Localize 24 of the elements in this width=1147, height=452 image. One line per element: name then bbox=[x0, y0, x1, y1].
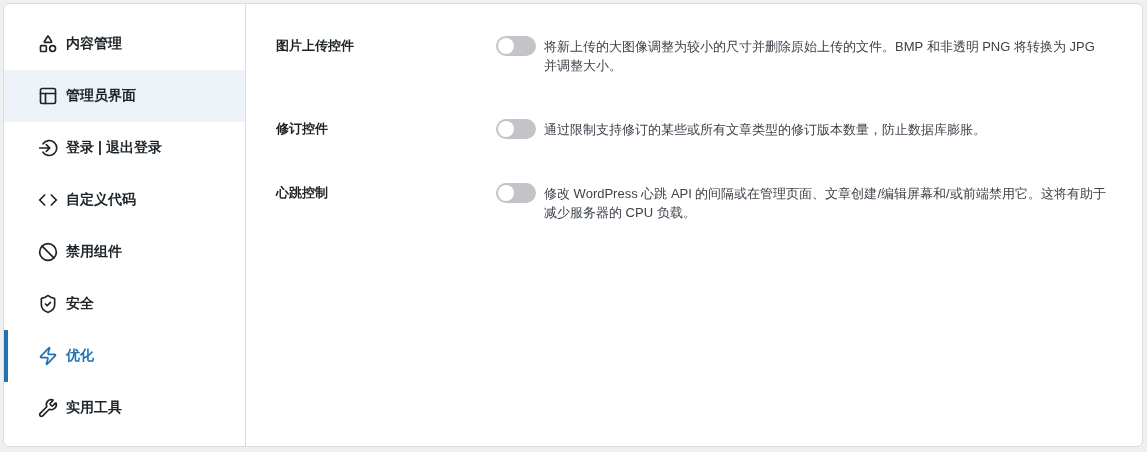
setting-description: 通过限制支持修订的某些或所有文章类型的修订版本数量，防止数据库膨胀。 bbox=[544, 121, 987, 139]
wrench-icon bbox=[38, 398, 58, 418]
sidebar-item[interactable]: 管理员界面 bbox=[4, 70, 245, 122]
toggle-switch[interactable] bbox=[496, 183, 536, 203]
setting-label: 修订控件 bbox=[276, 120, 329, 138]
toggle-switch[interactable] bbox=[496, 119, 536, 139]
toggle-switch[interactable] bbox=[496, 36, 536, 56]
sidebar-item[interactable]: 内容管理 bbox=[4, 18, 245, 70]
sidebar-item[interactable]: 登录 | 退出登录 bbox=[4, 122, 245, 174]
login-icon bbox=[38, 138, 58, 158]
shield-check-icon bbox=[38, 294, 58, 314]
sidebar-item[interactable]: 自定义代码 bbox=[4, 174, 245, 226]
setting-description: 修改 WordPress 心跳 API 的间隔或在管理页面、文章创建/编辑屏幕和/或前端禁用它。这将有助于减少服务器的 CPU 负载。 bbox=[544, 185, 1107, 222]
sidebar-item[interactable]: 禁用组件 bbox=[4, 226, 245, 278]
sidebar-item[interactable]: 实用工具 bbox=[4, 382, 245, 434]
sidebar-item[interactable]: 安全 bbox=[4, 278, 245, 330]
setting-label: 图片上传控件 bbox=[276, 37, 355, 55]
layout-icon bbox=[38, 86, 58, 106]
sidebar-item[interactable]: 优化 bbox=[4, 330, 245, 382]
shapes-icon bbox=[38, 34, 58, 54]
ban-icon bbox=[38, 242, 58, 262]
setting-description: 将新上传的大图像调整为较小的尺寸并删除原始上传的文件。BMP 和非透明 PNG 将转换为 JPG 并调整大小。 bbox=[544, 38, 1096, 75]
setting-label: 心跳控制 bbox=[276, 184, 329, 202]
lightning-icon bbox=[38, 346, 58, 366]
